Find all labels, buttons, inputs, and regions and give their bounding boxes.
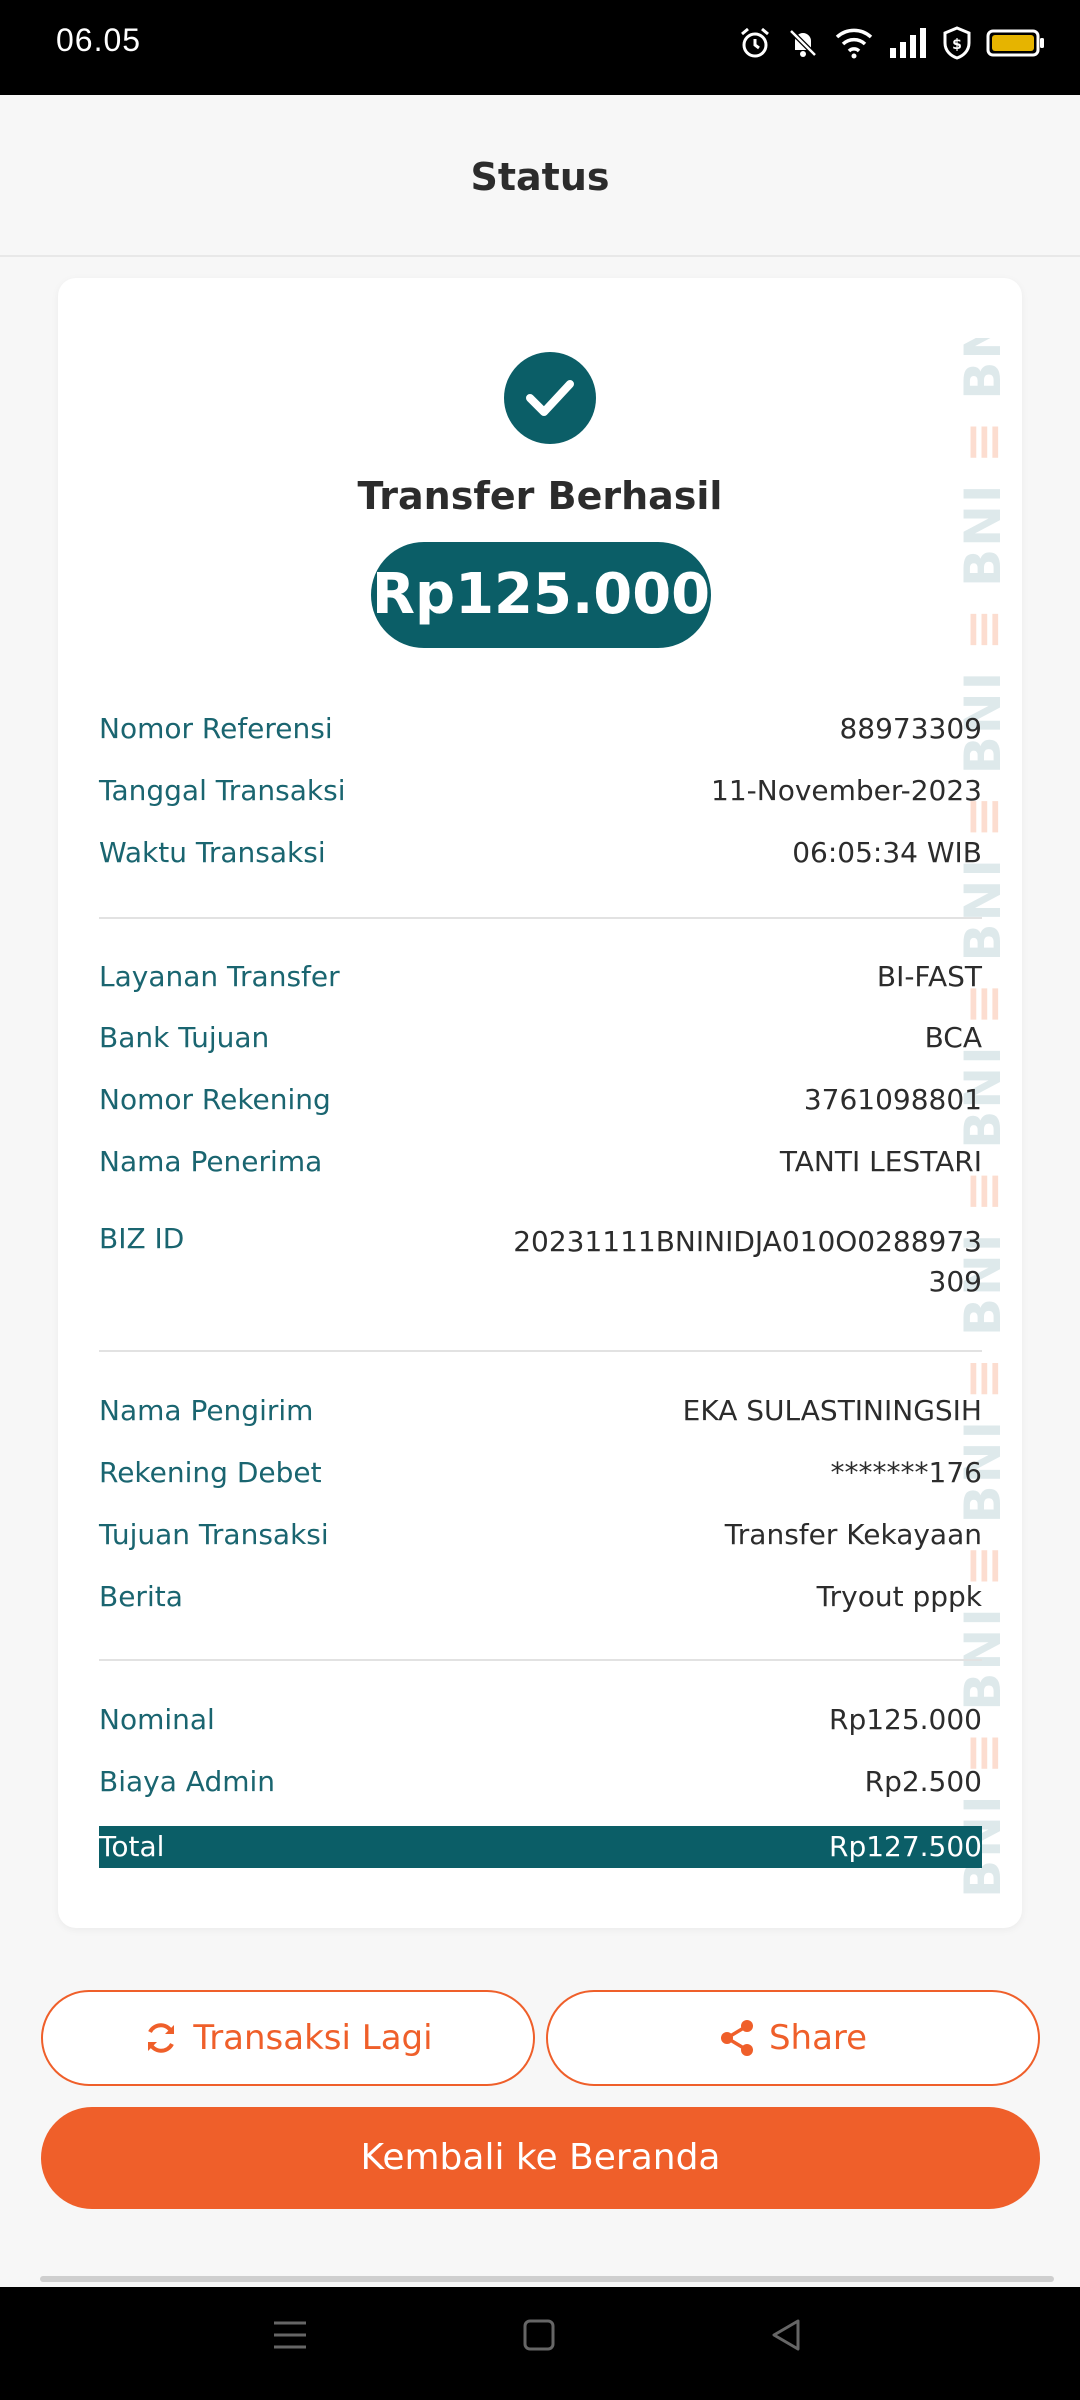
share-button[interactable]: Share	[546, 1990, 1040, 2086]
divider	[99, 1350, 982, 1352]
kembali-ke-beranda-button[interactable]: Kembali ke Beranda	[41, 2107, 1040, 2209]
row-value: TANTI LESTARI	[779, 1145, 982, 1178]
back-nav-icon[interactable]	[768, 2317, 804, 2353]
row-label: Berita	[99, 1580, 183, 1613]
row-label: Nominal	[99, 1703, 215, 1736]
row-label: Nama Penerima	[99, 1145, 323, 1178]
status-time: 06.05	[56, 22, 142, 58]
row-label: Nama Pengirim	[99, 1394, 314, 1427]
alarm-icon	[741, 27, 769, 58]
share-icon	[720, 2020, 753, 2056]
total-label: Total	[99, 1830, 165, 1863]
row-value: Transfer Kekayaan	[724, 1518, 982, 1551]
receipt-card: BNI ≡ BNI ≡ BNI ≡ BNI ≡ BNI ≡ BNI ≡ BNI …	[58, 278, 1022, 1928]
row-value: Rp125.000	[828, 1703, 982, 1736]
success-check-icon	[504, 352, 596, 444]
watermark-text: BNI ≡ BNI ≡ BNI ≡ BNI ≡ BNI ≡ BNI ≡ BNI …	[954, 338, 1008, 1898]
menu-nav-icon[interactable]	[272, 2317, 308, 2353]
page-title: Status	[470, 155, 610, 199]
row-label: Nomor Referensi	[99, 712, 333, 745]
row-label: Nomor Rekening	[99, 1083, 331, 1116]
row-value: 88973309	[839, 712, 982, 745]
row-value: EKA SULASTININGSIH	[682, 1394, 982, 1427]
svg-text:$: $	[952, 37, 962, 53]
row-label: Layanan Transfer	[99, 960, 340, 993]
total-row: Total Rp127.500	[99, 1826, 982, 1868]
share-label: Share	[768, 2018, 868, 2058]
system-nav-bar	[0, 2287, 1080, 2400]
total-value: Rp127.500	[828, 1830, 982, 1863]
refresh-icon	[148, 2023, 175, 2053]
divider	[99, 917, 982, 919]
battery-icon	[986, 29, 1044, 57]
row-value: Tryout pppk	[816, 1580, 982, 1613]
row-value: *******176	[830, 1456, 982, 1489]
row-label: Waktu Transaksi	[99, 836, 326, 869]
row-value: Rp2.500	[864, 1765, 982, 1798]
vpn-icon: $	[943, 26, 971, 60]
row-label: Bank Tujuan	[99, 1021, 270, 1054]
row-value: 11-November-2023	[711, 774, 982, 807]
home-nav-icon[interactable]	[522, 2317, 556, 2353]
app-header: Status	[0, 95, 1080, 257]
row-label: Biaya Admin	[99, 1765, 276, 1798]
bni-watermark: BNI ≡ BNI ≡ BNI ≡ BNI ≡ BNI ≡ BNI ≡ BNI …	[948, 338, 1008, 1898]
signal-icon	[890, 28, 926, 58]
watermark-word: BNI	[954, 857, 1008, 962]
row-value: BCA	[924, 1021, 982, 1054]
watermark-mark: ≡	[954, 587, 1008, 670]
status-icons: $	[738, 22, 1046, 64]
sheet-bottom-line	[40, 2276, 1054, 2282]
watermark-word: BNI	[954, 338, 1008, 400]
transaksi-lagi-label: Transaksi Lagi	[193, 2018, 433, 2058]
row-value: BI-FAST	[876, 960, 982, 993]
row-label: Tujuan Transaksi	[99, 1518, 329, 1551]
status-bar: 06.05 $	[0, 0, 1080, 95]
row-label: Tanggal Transaksi	[99, 774, 346, 807]
transfer-status: Transfer Berhasil	[357, 474, 723, 518]
divider	[99, 1659, 982, 1661]
row-value: 3761098801	[803, 1083, 982, 1116]
watermark-mark: ≡	[954, 399, 1008, 483]
row-label: BIZ ID	[99, 1222, 185, 1255]
row-value: 20231111BNINIDJA010O0288973309	[513, 1225, 982, 1298]
transaksi-lagi-button[interactable]: Transaksi Lagi	[41, 1990, 535, 2086]
row-value: 06:05:34 WIB	[792, 836, 982, 869]
mute-icon	[789, 29, 817, 57]
row-label: Rekening Debet	[99, 1456, 322, 1489]
wifi-icon	[835, 28, 873, 59]
amount-badge: Rp125.000	[371, 542, 711, 648]
